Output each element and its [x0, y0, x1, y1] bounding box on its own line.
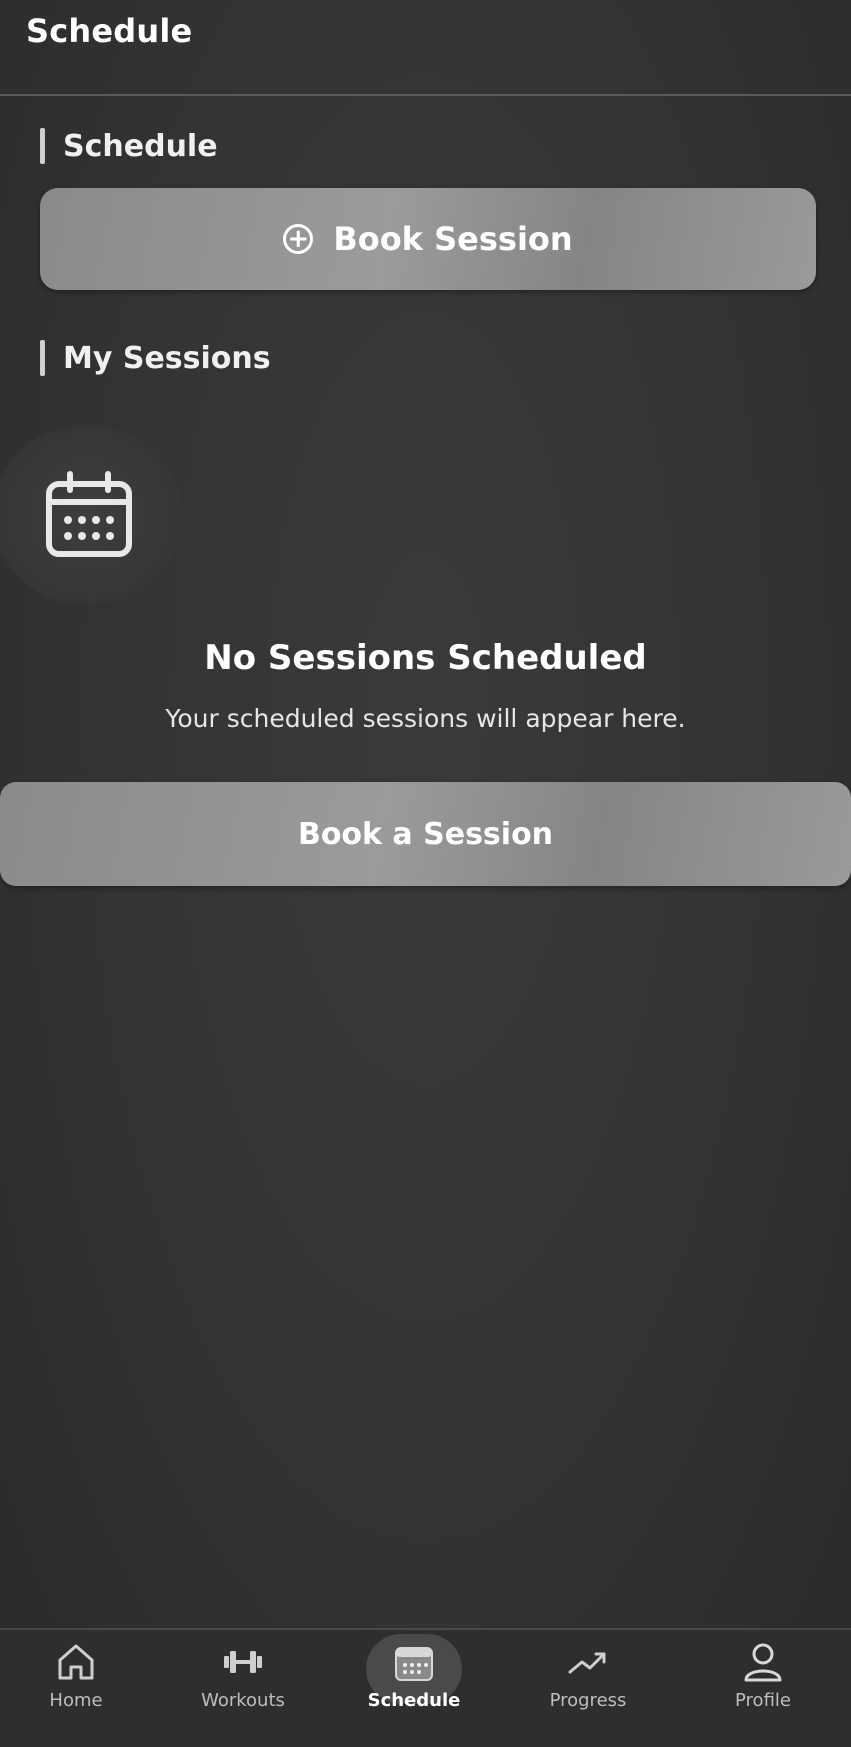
empty-state-subtitle: Your scheduled sessions will appear here…	[165, 704, 686, 733]
nav-item-home[interactable]: Home	[6, 1640, 146, 1740]
calendar-icon	[395, 1647, 433, 1681]
nav-label-schedule: Schedule	[367, 1690, 461, 1711]
app-screen: Schedule Schedule + Book Session My Sess…	[0, 0, 851, 1747]
nav-label-workouts: Workouts	[201, 1690, 285, 1711]
nav-item-profile[interactable]: Profile	[693, 1640, 833, 1740]
section-title-schedule: Schedule	[63, 128, 218, 164]
nav-label-home: Home	[49, 1690, 103, 1711]
section-header-my-sessions: My Sessions	[40, 340, 271, 376]
dumbbell-icon	[224, 1651, 262, 1673]
section-header-schedule: Schedule	[40, 128, 218, 164]
page-title: Schedule	[26, 12, 193, 50]
nav-label-progress: Progress	[549, 1690, 627, 1711]
home-icon	[58, 1644, 94, 1680]
nav-item-progress[interactable]: Progress	[518, 1640, 658, 1740]
nav-item-schedule[interactable]: Schedule	[344, 1634, 484, 1740]
calendar-icon	[46, 471, 132, 557]
book-session-label: Book Session	[333, 220, 573, 258]
user-icon	[744, 1643, 782, 1682]
app-header: Schedule	[0, 0, 851, 96]
trend-up-icon	[568, 1652, 606, 1674]
book-a-session-button[interactable]: Book a Session	[0, 782, 851, 886]
book-a-session-label: Book a Session	[297, 816, 554, 852]
bottom-nav: Home Workouts Schedule Progress Profile	[0, 1628, 851, 1747]
nav-item-workouts[interactable]: Workouts	[173, 1640, 313, 1740]
empty-state-title: No Sessions Scheduled	[204, 638, 647, 678]
nav-label-profile: Profile	[735, 1690, 791, 1711]
book-session-button[interactable]: + Book Session	[40, 188, 816, 290]
section-accent-bar	[40, 128, 45, 164]
section-accent-bar	[40, 340, 45, 376]
plus-circle-icon: +	[283, 224, 314, 254]
section-title-my-sessions: My Sessions	[63, 340, 271, 376]
